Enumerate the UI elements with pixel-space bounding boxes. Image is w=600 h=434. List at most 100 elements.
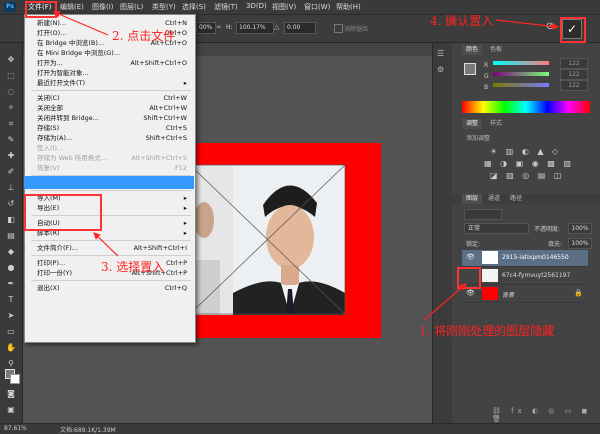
adjustment-icons-row2[interactable]: ▦ ◑ ▣ ◉ ▩ ▨ [484, 159, 574, 168]
fill-field[interactable]: 100% [568, 238, 592, 249]
blur-tool-icon[interactable]: ◆ [5, 247, 17, 257]
menu-type[interactable]: 类型(Y) [152, 2, 176, 12]
zoom-level[interactable]: 87.61% [4, 425, 27, 432]
menu-help[interactable]: 帮助(H) [336, 2, 361, 12]
panel-icon-strip: ☰ ⚙ [432, 43, 453, 423]
file-menu-item[interactable]: 恢复(V) F12 [37, 163, 187, 173]
pen-tool-icon[interactable]: ✒ [5, 279, 17, 289]
green-slider[interactable] [493, 72, 549, 76]
type-tool-icon[interactable]: T [5, 295, 17, 305]
brush-tool-icon[interactable]: ✐ [5, 167, 17, 177]
file-menu-item[interactable]: 打开为... Alt+Shift+Ctrl+O [37, 58, 187, 68]
visibility-eye-icon[interactable]: 👁 [466, 253, 475, 261]
red-slider-value[interactable]: 122 [560, 58, 588, 69]
quick-mask-icon[interactable]: ◙ [5, 389, 17, 399]
opacity-field[interactable]: 100% [568, 223, 592, 234]
menu-filter[interactable]: 滤镜(T) [214, 2, 238, 12]
adjustment-icons-row1[interactable]: ☀ ▥ ◐ ▲ ◇ [490, 147, 561, 156]
layer-row[interactable]: 👁 2915-iatixpm0146550 [462, 250, 588, 267]
file-menu-item[interactable]: 最近打开文件(T) ▸ [37, 78, 187, 88]
interpolation-checkbox[interactable] [334, 24, 343, 33]
width-scale-field[interactable]: 00% [196, 22, 216, 34]
layer-name[interactable]: 2915-iatixpm0146550 [502, 254, 569, 261]
menu-layer[interactable]: 图层(L) [120, 2, 143, 12]
interpolation-label: 消除锯齿 [344, 26, 369, 33]
file-menu-item[interactable]: 退出(X) Ctrl+Q [37, 283, 187, 293]
file-menu-item-shortcut: F12 [174, 164, 187, 172]
file-menu-item[interactable]: 文件简介(F)... Alt+Shift+Ctrl+I [37, 243, 187, 253]
annotation-step-2: 2. 点击文件 [112, 29, 176, 43]
dodge-tool-icon[interactable]: ● [5, 263, 17, 273]
height-scale-field[interactable]: 100.17% [236, 22, 274, 34]
lasso-tool-icon[interactable]: ◌ [5, 87, 17, 97]
file-menu-item[interactable]: 关闭并转到 Bridge... Shift+Ctrl+W [37, 113, 187, 123]
menu-3d[interactable]: 3D(D) [246, 2, 267, 10]
background-color-swatch[interactable] [10, 374, 20, 384]
link-icon[interactable]: ∞ [216, 23, 222, 31]
menu-bar: Ps 文件(F) 编辑(E) 图像(I) 图层(L) 类型(Y) 选择(S) 滤… [0, 0, 600, 15]
blend-mode-select[interactable]: 正常 [464, 223, 529, 234]
file-menu-item[interactable]: 存储为 Web 所用格式... Alt+Shift+Ctrl+S [37, 153, 187, 163]
shape-tool-icon[interactable]: ▭ [5, 327, 17, 337]
stamp-tool-icon[interactable]: ⊥ [5, 183, 17, 193]
tab-styles[interactable]: 样式 [486, 119, 506, 129]
file-menu-item-shortcut: Alt+Shift+Ctrl+O [130, 59, 187, 67]
green-slider-value[interactable]: 122 [560, 69, 588, 80]
layer-name[interactable]: 背景 [502, 290, 514, 299]
file-menu-item[interactable]: 存储(S) Ctrl+S [37, 123, 187, 133]
annotation-step-4: 4. 确认置入 [430, 14, 494, 28]
blue-slider-value[interactable]: 122 [560, 80, 588, 91]
right-panels: 颜色 色板 R G B 调整 样式 添加调整 ☀ ▥ ◐ ▲ ◇ ▦ ◑ ▣ ◉… [452, 43, 600, 423]
properties-panel-icon[interactable]: ⚙ [437, 65, 449, 75]
zoom-tool-icon[interactable]: ⚲ [5, 359, 17, 369]
magic-wand-icon[interactable]: ✧ [5, 103, 17, 113]
file-menu-item[interactable]: 打开为智能对象... [37, 68, 187, 78]
submenu-arrow-icon: ▸ [183, 219, 187, 227]
path-select-icon[interactable]: ➤ [5, 311, 17, 321]
red-slider[interactable] [493, 61, 549, 65]
tab-channels[interactable]: 通道 [484, 194, 504, 204]
tab-paths[interactable]: 路径 [506, 194, 526, 204]
tab-adjustments[interactable]: 调整 [462, 119, 483, 129]
layer-filter-field[interactable] [464, 209, 502, 220]
file-menu-item-shortcut: Ctrl+Q [164, 284, 187, 292]
color-spectrum-bar[interactable] [462, 101, 590, 113]
file-menu-item[interactable]: 存储为(A)... Shift+Ctrl+S [37, 133, 187, 143]
history-panel-icon[interactable]: ☰ [437, 49, 449, 59]
eyedropper-icon[interactable]: ✎ [5, 135, 17, 145]
healing-brush-icon[interactable]: ✚ [5, 151, 17, 161]
cancel-transform-icon[interactable]: ⊘ [544, 21, 556, 33]
file-menu-item-label: 新建(N)... [37, 19, 67, 27]
hand-tool-icon[interactable]: ✋ [5, 343, 17, 353]
file-menu-item-label: 存储(S) [37, 124, 60, 132]
file-menu-item[interactable]: 关闭(C) Ctrl+W [37, 93, 187, 103]
menu-edit[interactable]: 编辑(E) [60, 2, 84, 12]
screen-mode-icon[interactable]: ▣ [5, 405, 17, 415]
move-tool-icon[interactable]: ✥ [5, 55, 17, 65]
layers-footer-icons[interactable]: ⛓ fx ◐ ◎ ▭ ◼ 🗑 [492, 407, 600, 423]
blue-slider[interactable] [493, 83, 549, 87]
history-brush-icon[interactable]: ↺ [5, 199, 17, 209]
menu-window[interactable]: 窗口(W) [304, 2, 330, 12]
tab-color[interactable]: 颜色 [462, 45, 483, 55]
layer-name[interactable]: 67c4-fymvuyt2561197 [502, 272, 570, 279]
tab-swatches[interactable]: 色板 [486, 45, 506, 55]
file-menu-item-label: 关闭(C) [37, 94, 60, 102]
fg-color-preview[interactable] [464, 63, 476, 75]
menu-view[interactable]: 视图(V) [272, 2, 296, 12]
angle-field[interactable]: 0.00 [284, 22, 316, 34]
file-menu-item[interactable]: 签入(I)... [37, 143, 187, 153]
menu-image[interactable]: 图像(I) [92, 2, 114, 12]
visibility-eye-icon[interactable]: 👁 [466, 289, 475, 297]
tab-layers[interactable]: 图层 [462, 194, 483, 204]
crop-tool-icon[interactable]: ⌗ [5, 119, 17, 129]
file-menu-item[interactable]: 在 Mini Bridge 中浏览(G)... [37, 48, 187, 58]
menu-select[interactable]: 选择(S) [182, 2, 206, 12]
file-menu-item-label: 最近打开文件(T) [37, 79, 86, 87]
file-menu-item[interactable]: 关闭全部 Alt+Ctrl+W [37, 103, 187, 113]
adjustment-icons-row3[interactable]: ◪ ▧ ◎ ▤ ◫ [490, 171, 564, 180]
transform-bounding-box[interactable] [189, 164, 346, 315]
eraser-tool-icon[interactable]: ◧ [5, 215, 17, 225]
marquee-tool-icon[interactable]: ⬚ [5, 71, 17, 81]
gradient-tool-icon[interactable]: ▤ [5, 231, 17, 241]
